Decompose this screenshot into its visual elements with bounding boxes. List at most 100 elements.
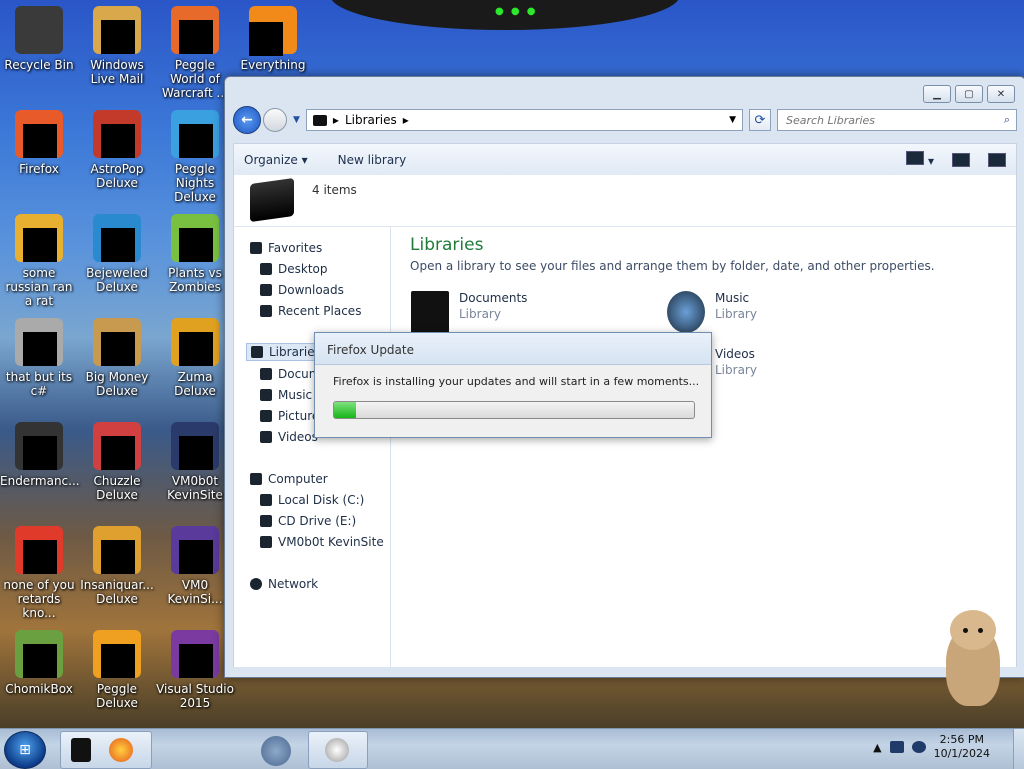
page-subtitle: Open a library to see your files and arr… [410, 259, 935, 273]
gadget-indicator-icon: ● ● ● [495, 6, 538, 17]
maximize-button[interactable]: ▢ [955, 85, 983, 103]
volume-tray-icon[interactable] [911, 741, 926, 753]
close-button[interactable]: ✕ [987, 85, 1015, 103]
show-desktop-button[interactable] [1013, 729, 1024, 769]
nav-downloads[interactable]: Downloads [260, 283, 344, 297]
desktop-icon-item[interactable]: Insaniquar... Deluxe [78, 520, 156, 620]
clock[interactable]: 2:56 PM 10/1/2024 [934, 733, 990, 761]
taskbar-update-button[interactable] [308, 731, 368, 769]
search-box[interactable]: ⌕ [777, 109, 1017, 131]
nav-vm-site[interactable]: VM0b0t KevinSite [260, 535, 384, 549]
app-icon [15, 318, 63, 366]
desktop-icon-item[interactable]: that but its c# [0, 312, 78, 412]
preview-pane-icon[interactable] [952, 152, 970, 167]
redaction-block [101, 124, 135, 158]
redaction-block [179, 644, 213, 678]
minimize-button[interactable]: ▁ [923, 85, 951, 103]
breadcrumb-chevron-icon[interactable]: ▸ [403, 113, 409, 127]
desktop-icon-item[interactable]: Endermanc... [0, 416, 80, 516]
new-library-button[interactable]: New library [338, 153, 407, 167]
desktop-icon-item[interactable]: none of you retards kno... [0, 520, 78, 620]
organize-button[interactable]: Organize ▾ [244, 153, 308, 167]
desktop-icon-item[interactable]: VM0b0t KevinSite [156, 416, 234, 516]
desktop-icon-item[interactable]: some russian ran a rat [0, 208, 78, 308]
item-count: 4 items [312, 183, 357, 197]
address-bar[interactable]: ▸ Libraries ▸ ▼ [305, 109, 743, 131]
game-icon [171, 110, 219, 158]
recent-pages-chevron-icon[interactable]: ▼ [293, 115, 300, 125]
update-progress-bar [333, 401, 695, 419]
nav-music[interactable]: Music [260, 388, 312, 402]
navigation-pane[interactable]: Favorites Desktop Downloads Recent Place… [233, 227, 391, 667]
redaction-block [23, 644, 57, 678]
app-icon [15, 422, 63, 470]
nav-computer[interactable]: Computer [250, 472, 328, 486]
redaction-block [101, 540, 135, 574]
address-row: ← ▼ ▸ Libraries ▸ ▼ ⟳ ⌕ [233, 106, 1017, 134]
nav-recent-places[interactable]: Recent Places [260, 304, 361, 318]
desktop-icon-item[interactable]: Plants vs Zombies [156, 208, 234, 308]
search-icon[interactable]: ⌕ [1004, 113, 1010, 127]
nav-videos[interactable]: Videos [260, 430, 318, 444]
nav-cd-drive[interactable]: CD Drive (E:) [260, 514, 356, 528]
forward-button[interactable] [263, 108, 287, 132]
app-icon [15, 526, 63, 574]
desktop-icon-label: Peggle Nights Deluxe [174, 162, 216, 204]
start-button[interactable]: ⊞ [4, 731, 46, 769]
desktop-icon-item[interactable]: Bejeweled Deluxe [78, 208, 156, 308]
desktop-icon-label: AstroPop Deluxe [90, 162, 144, 190]
desktop-icon-item[interactable]: Visual Studio 2015 [156, 624, 234, 724]
back-button[interactable]: ← [233, 106, 261, 134]
hamster-gadget[interactable] [936, 608, 1008, 708]
nav-desktop[interactable]: Desktop [260, 262, 328, 276]
nav-network[interactable]: Network [250, 577, 318, 591]
star-icon [250, 242, 262, 254]
library-music[interactable]: Music Library [667, 291, 757, 333]
desktop-icon-item[interactable]: Chuzzle Deluxe [78, 416, 156, 516]
desktop-icon-item[interactable]: VM0 KevinSi... [156, 520, 234, 620]
clock-date: 10/1/2024 [933, 747, 990, 760]
tray-expand-icon[interactable]: ▲ [873, 741, 881, 754]
hamster-eye-icon [963, 628, 968, 633]
desktop-icon-item[interactable]: Peggle Deluxe [78, 624, 156, 724]
game-icon [93, 422, 141, 470]
redaction-block [179, 540, 213, 574]
redaction-block [249, 22, 283, 56]
search-input[interactable] [784, 112, 1004, 128]
nav-local-disk[interactable]: Local Disk (C:) [260, 493, 364, 507]
desktop-icon-item[interactable]: Zuma Deluxe [156, 312, 234, 412]
desktop-icon-label: Endermanc... [0, 474, 80, 488]
help-icon[interactable] [988, 152, 1006, 167]
desktop-icon-item[interactable]: Windows Live Mail [78, 0, 156, 100]
desktop-icon-item[interactable]: Big Money Deluxe [78, 312, 156, 412]
taskbar-explorer-firefox[interactable] [60, 731, 152, 769]
desktop-icon-item[interactable]: Recycle Bin [0, 0, 78, 100]
desktop-icon-label: that but its c# [5, 370, 73, 398]
desktop-icon-item[interactable]: Firefox [0, 104, 78, 204]
taskbar-app-button[interactable] [246, 731, 306, 769]
library-documents[interactable]: Documents Library [411, 291, 527, 333]
view-options-button[interactable]: ▾ [906, 151, 934, 168]
address-dropdown-icon[interactable]: ▼ [729, 115, 736, 125]
breadcrumb-chevron-icon[interactable]: ▸ [333, 113, 339, 127]
redaction-block [101, 644, 135, 678]
desktop-icon-label: VM0 KevinSi... [167, 578, 223, 606]
firefox-update-dialog[interactable]: Firefox Update Firefox is installing you… [314, 332, 712, 438]
nav-favorites[interactable]: Favorites [250, 241, 322, 255]
network-tray-icon[interactable] [889, 741, 904, 753]
redaction-block [179, 228, 213, 262]
desktop-icon-item[interactable]: Peggle Nights Deluxe [156, 104, 234, 204]
breadcrumb-libraries[interactable]: Libraries [345, 113, 397, 127]
desktop-icon [260, 263, 272, 275]
desktop-icon-label: Big Money Deluxe [85, 370, 149, 398]
content-pane[interactable]: Libraries Open a library to see your fil… [391, 227, 1017, 667]
progress-fill [334, 402, 356, 418]
refresh-button[interactable]: ⟳ [749, 109, 771, 131]
hamster-head [950, 610, 996, 650]
desktop-icon-item[interactable]: AstroPop Deluxe [78, 104, 156, 204]
system-tray: ▲ 2:56 PM 10/1/2024 [873, 733, 1016, 761]
desktop-icon-label: Chuzzle Deluxe [93, 474, 141, 502]
mail-icon [93, 6, 141, 54]
desktop-icon-item[interactable]: Peggle World of Warcraft ... [156, 0, 234, 100]
desktop-icon-item[interactable]: ChomikBox [0, 624, 78, 724]
